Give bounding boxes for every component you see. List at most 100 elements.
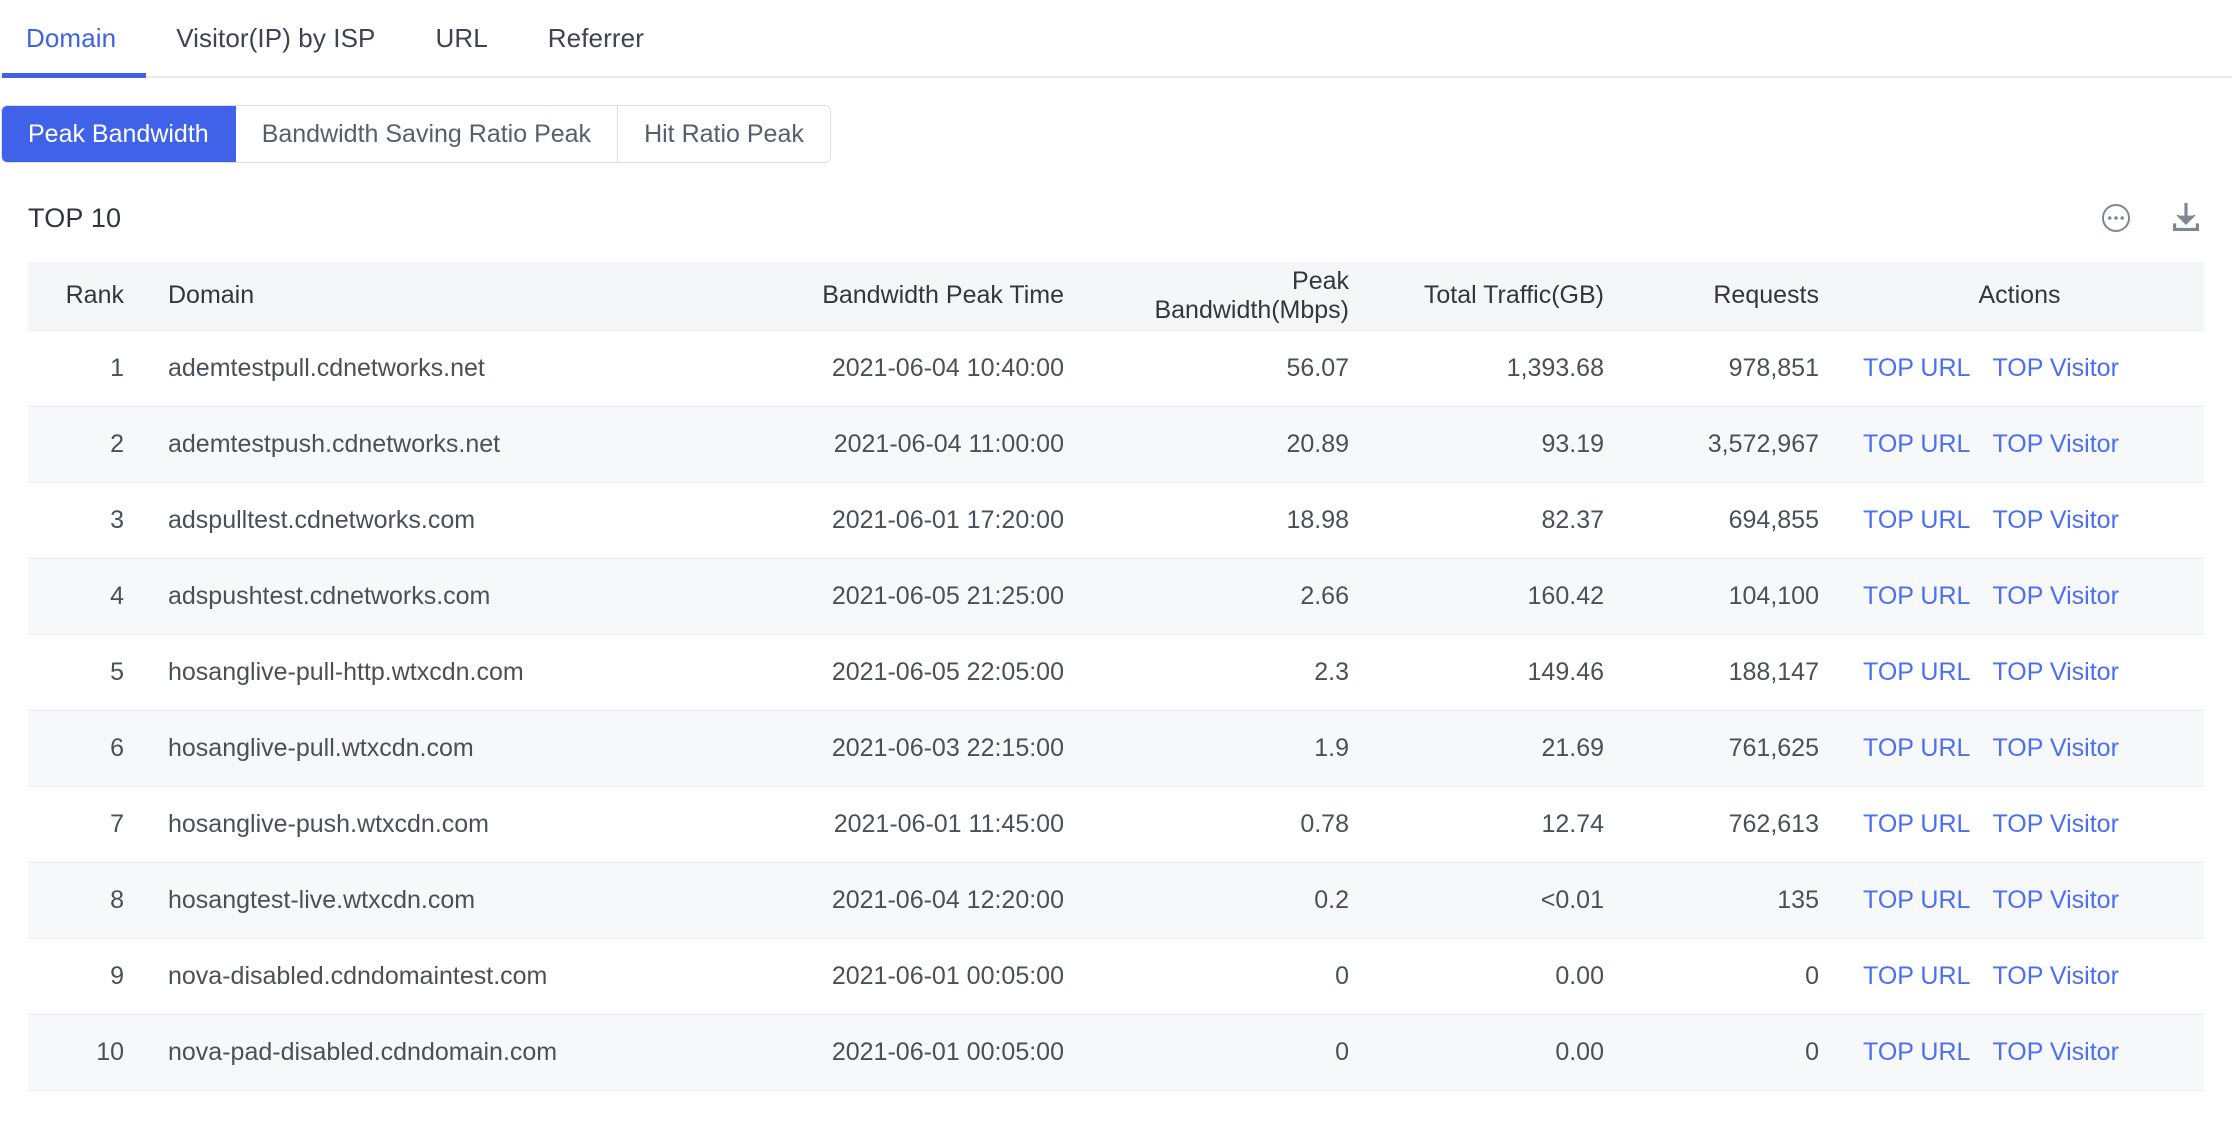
cell-peak-time: 2021-06-04 12:20:00 [790,862,1080,939]
actions-group: TOP URL TOP Visitor [1851,506,2188,535]
table-row: 5 hosanglive-pull-http.wtxcdn.com 2021-06-… [28,634,2204,711]
actions-group: TOP URL TOP Visitor [1851,658,2188,687]
cell-peak-bandwidth: 2.3 [1080,634,1365,711]
top-visitor-link[interactable]: TOP Visitor [1992,582,2118,611]
cell-peak-time: 2021-06-01 17:20:00 [790,482,1080,559]
top-visitor-link[interactable]: TOP Visitor [1992,962,2118,991]
top-url-link[interactable]: TOP URL [1863,430,1970,459]
cell-total-traffic: 82.37 [1365,482,1620,559]
top-visitor-link[interactable]: TOP Visitor [1992,1038,2118,1067]
cell-actions: TOP URL TOP Visitor [1835,786,2204,863]
actions-group: TOP URL TOP Visitor [1851,886,2188,915]
tab-referrer[interactable]: Referrer [518,0,674,76]
table-head: Rank Domain Bandwidth Peak Time Peak Ban… [28,262,2204,331]
cell-peak-bandwidth: 0 [1080,1014,1365,1091]
tab-domain[interactable]: Domain [2,0,147,78]
cell-actions: TOP URL TOP Visitor [1835,482,2204,559]
cell-requests: 0 [1620,1014,1835,1091]
cell-rank: 3 [28,482,140,559]
top10-table: Rank Domain Bandwidth Peak Time Peak Ban… [28,262,2204,1091]
tab-domain-label: Domain [26,22,117,53]
cell-peak-time: 2021-06-05 21:25:00 [790,558,1080,635]
top-url-link[interactable]: TOP URL [1863,810,1970,839]
column-header-peak-time: Bandwidth Peak Time [790,262,1080,331]
cell-total-traffic: 1,393.68 [1365,330,1620,407]
cell-actions: TOP URL TOP Visitor [1835,406,2204,483]
top-visitor-link[interactable]: TOP Visitor [1992,734,2118,763]
cell-domain: hosanglive-pull-http.wtxcdn.com [140,634,790,711]
cell-peak-time: 2021-06-01 00:05:00 [790,938,1080,1015]
actions-group: TOP URL TOP Visitor [1851,1038,2188,1067]
cell-requests: 188,147 [1620,634,1835,711]
segment-peak-bandwidth[interactable]: Peak Bandwidth [2,106,236,162]
top-tab-bar: Domain Visitor(IP) by ISP URL Referrer [0,0,2232,78]
cell-requests: 761,625 [1620,710,1835,787]
cell-actions: TOP URL TOP Visitor [1835,634,2204,711]
top-visitor-link[interactable]: TOP Visitor [1992,658,2118,687]
cell-peak-bandwidth: 20.89 [1080,406,1365,483]
cell-domain: ademtestpush.cdnetworks.net [140,406,790,483]
cell-domain: ademtestpull.cdnetworks.net [140,330,790,407]
cell-peak-time: 2021-06-01 11:45:00 [790,786,1080,863]
actions-group: TOP URL TOP Visitor [1851,354,2188,383]
table-row: 6 hosanglive-pull.wtxcdn.com 2021-06-03 22… [28,710,2204,787]
section-header: TOP 10 [0,196,2232,240]
actions-group: TOP URL TOP Visitor [1851,810,2188,839]
table-row: 4 adspushtest.cdnetworks.com 2021-06-05 21… [28,558,2204,635]
top-url-link[interactable]: TOP URL [1863,658,1970,687]
cell-peak-time: 2021-06-04 11:00:00 [790,406,1080,483]
top-url-link[interactable]: TOP URL [1863,506,1970,535]
top-url-link[interactable]: TOP URL [1863,734,1970,763]
segment-bandwidth-saving-ratio-peak[interactable]: Bandwidth Saving Ratio Peak [235,106,619,162]
download-icon[interactable] [2166,198,2206,238]
cell-total-traffic: 21.69 [1365,710,1620,787]
segment-peak-bandwidth-label: Peak Bandwidth [28,119,209,148]
cell-rank: 9 [28,938,140,1015]
top-url-link[interactable]: TOP URL [1863,962,1970,991]
cell-requests: 3,572,967 [1620,406,1835,483]
cell-requests: 0 [1620,938,1835,1015]
table-row: 8 hosangtest-live.wtxcdn.com 2021-06-04 12… [28,862,2204,939]
cell-peak-time: 2021-06-04 10:40:00 [790,330,1080,407]
table-row: 9 nova-disabled.cdndomaintest.com 2021-06-… [28,938,2204,1015]
top-url-link[interactable]: TOP URL [1863,354,1970,383]
metric-toggle-group: Peak Bandwidth Bandwidth Saving Ratio Pe… [2,78,2232,162]
cell-rank: 8 [28,862,140,939]
table-header-row: Rank Domain Bandwidth Peak Time Peak Ban… [28,262,2204,331]
top-visitor-link[interactable]: TOP Visitor [1992,430,2118,459]
table-row: 10 nova-pad-disabled.cdndomain.com 2021-06… [28,1014,2204,1091]
cell-domain: nova-disabled.cdndomaintest.com [140,938,790,1015]
cell-actions: TOP URL TOP Visitor [1835,862,2204,939]
cell-peak-time: 2021-06-01 00:05:00 [790,1014,1080,1091]
cell-peak-bandwidth: 0.2 [1080,862,1365,939]
cell-domain: hosanglive-pull.wtxcdn.com [140,710,790,787]
column-header-domain: Domain [140,262,790,331]
cell-domain: adspushtest.cdnetworks.com [140,558,790,635]
column-header-requests: Requests [1620,262,1835,331]
table-row: 3 adspulltest.cdnetworks.com 2021-06-01 17… [28,482,2204,559]
tab-visitor-ip-by-isp[interactable]: Visitor(IP) by ISP [146,0,405,76]
top-url-link[interactable]: TOP URL [1863,886,1970,915]
table-row: 7 hosanglive-push.wtxcdn.com 2021-06-01 11… [28,786,2204,863]
column-header-total-traffic: Total Traffic(GB) [1365,262,1620,331]
segment-hit-ratio-peak[interactable]: Hit Ratio Peak [618,106,830,162]
cell-actions: TOP URL TOP Visitor [1835,1014,2204,1091]
ellipsis-circle-icon[interactable] [2096,198,2136,238]
top-url-link[interactable]: TOP URL [1863,1038,1970,1067]
top-visitor-link[interactable]: TOP Visitor [1992,354,2118,383]
cell-actions: TOP URL TOP Visitor [1835,330,2204,407]
cell-total-traffic: 160.42 [1365,558,1620,635]
cell-rank: 5 [28,634,140,711]
cell-requests: 135 [1620,862,1835,939]
cell-peak-bandwidth: 0.78 [1080,786,1365,863]
top-url-link[interactable]: TOP URL [1863,582,1970,611]
tab-url[interactable]: URL [405,0,517,76]
top-visitor-link[interactable]: TOP Visitor [1992,886,2118,915]
cell-total-traffic: 93.19 [1365,406,1620,483]
top-visitor-link[interactable]: TOP Visitor [1992,506,2118,535]
cell-total-traffic: 0.00 [1365,938,1620,1015]
cell-domain: hosanglive-push.wtxcdn.com [140,786,790,863]
cell-actions: TOP URL TOP Visitor [1835,710,2204,787]
column-header-peak-bandwidth: Peak Bandwidth(Mbps) [1080,262,1365,331]
top-visitor-link[interactable]: TOP Visitor [1992,810,2118,839]
